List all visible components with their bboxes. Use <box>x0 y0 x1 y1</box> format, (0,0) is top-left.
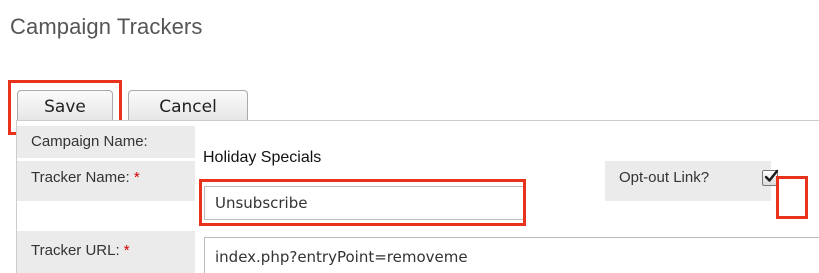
cancel-button[interactable]: Cancel <box>128 90 248 124</box>
tracker-url-required-marker: * <box>123 242 130 259</box>
opt-out-checkbox[interactable] <box>762 169 779 186</box>
campaign-name-label: Campaign Name: <box>31 133 148 150</box>
tracker-url-label: Tracker URL: <box>31 242 120 259</box>
save-button[interactable]: Save <box>17 90 113 124</box>
campaign-name-value: Holiday Specials <box>203 149 322 166</box>
checkmark-icon <box>764 169 779 182</box>
tracker-url-label-cell: Tracker URL: * <box>17 231 195 273</box>
tracker-form: Campaign Name: Holiday Specials Tracker … <box>16 120 819 273</box>
campaign-trackers-page: Campaign Trackers Save Cancel Campaign N… <box>0 0 819 273</box>
tracker-name-required-marker: * <box>133 169 140 186</box>
tracker-name-label: Tracker Name: <box>31 169 130 186</box>
tracker-name-label-cell: Tracker Name: * <box>17 161 195 201</box>
tracker-url-input[interactable]: index.php?entryPoint=removeme <box>204 237 819 273</box>
opt-out-label: Opt-out Link? <box>619 169 710 186</box>
tracker-name-input[interactable]: Unsubscribe <box>204 186 524 220</box>
page-title: Campaign Trackers <box>10 14 203 39</box>
campaign-name-label-cell: Campaign Name: <box>17 126 195 158</box>
opt-out-label-cell: Opt-out Link? <box>605 161 771 201</box>
